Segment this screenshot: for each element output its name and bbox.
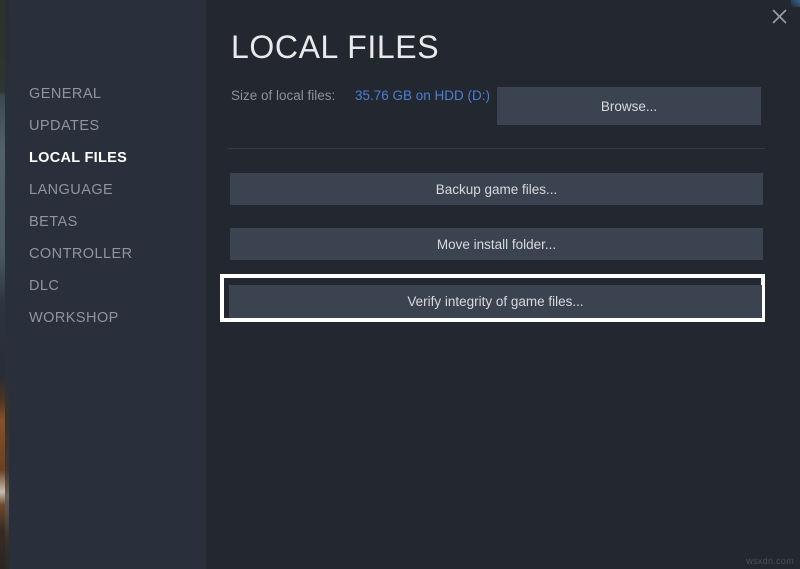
sidebar-item-label: UPDATES xyxy=(29,118,100,134)
page-title: LOCAL FILES xyxy=(231,29,440,65)
sidebar-item-label: CONTROLLER xyxy=(29,246,133,262)
sidebar-item-label: GENERAL xyxy=(29,86,102,102)
browse-button[interactable]: Browse... xyxy=(497,87,761,125)
verify-integrity-of-game-files-button[interactable]: Verify integrity of game files... xyxy=(229,285,762,318)
sidebar-item-label: DLC xyxy=(29,278,60,294)
move-install-folder-button[interactable]: Move install folder... xyxy=(230,228,763,260)
steam-game-properties-window: GENERAL UPDATES LOCAL FILES LANGUAGE BET… xyxy=(0,0,800,569)
sidebar-item-label: BETAS xyxy=(29,214,78,230)
sidebar-item-local-files[interactable]: LOCAL FILES xyxy=(0,142,206,174)
section-divider xyxy=(228,148,765,149)
sidebar-item-general[interactable]: GENERAL xyxy=(0,78,206,110)
watermark: wsxdn.com xyxy=(746,556,794,566)
sidebar-item-betas[interactable]: BETAS xyxy=(0,206,206,238)
background-app-edge-strip-secondary xyxy=(5,0,9,569)
close-icon xyxy=(772,9,786,23)
sidebar-nav-list: GENERAL UPDATES LOCAL FILES LANGUAGE BET… xyxy=(0,78,206,334)
sidebar-item-dlc[interactable]: DLC xyxy=(0,270,206,302)
sidebar-item-label: WORKSHOP xyxy=(29,310,119,326)
sidebar-item-language[interactable]: LANGUAGE xyxy=(0,174,206,206)
verify-integrity-highlight-box: Verify integrity of game files... xyxy=(220,274,765,322)
sidebar-item-controller[interactable]: CONTROLLER xyxy=(0,238,206,270)
backup-game-files-button[interactable]: Backup game files... xyxy=(230,173,763,205)
size-of-local-files-value[interactable]: 35.76 GB on HDD (D:) xyxy=(355,85,505,106)
sidebar-item-label: LOCAL FILES xyxy=(29,150,128,166)
size-of-local-files-label: Size of local files: xyxy=(231,88,336,103)
settings-sidebar: GENERAL UPDATES LOCAL FILES LANGUAGE BET… xyxy=(0,0,206,569)
close-button[interactable] xyxy=(765,2,793,30)
sidebar-item-label: LANGUAGE xyxy=(29,182,114,198)
sidebar-item-workshop[interactable]: WORKSHOP xyxy=(0,302,206,334)
sidebar-item-updates[interactable]: UPDATES xyxy=(0,110,206,142)
